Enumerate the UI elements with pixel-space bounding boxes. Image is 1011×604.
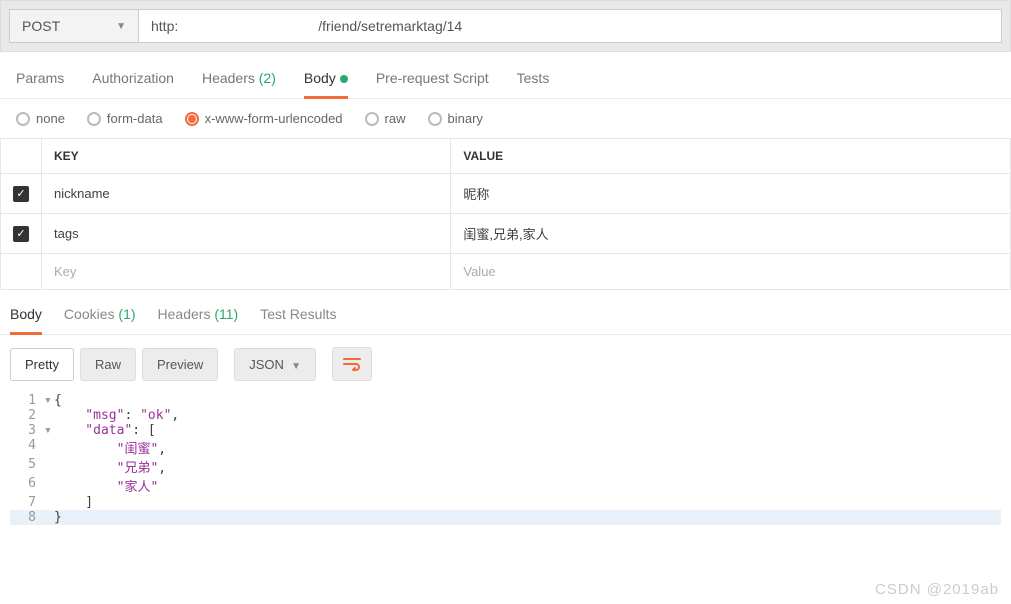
chevron-down-icon: ▼ [116, 21, 126, 32]
resp-tab-tests[interactable]: Test Results [260, 306, 336, 334]
format-select[interactable]: JSON ▼ [234, 348, 316, 381]
pretty-button[interactable]: Pretty [10, 348, 74, 381]
cell-key[interactable]: tags [42, 214, 451, 254]
wrap-button[interactable] [332, 347, 372, 381]
tab-body[interactable]: Body [304, 70, 348, 99]
response-tabs: Body Cookies (1) Headers (11) Test Resul… [0, 290, 1011, 335]
url-prefix: http: [151, 18, 178, 34]
request-tabs: Params Authorization Headers (2) Body Pr… [0, 52, 1011, 99]
table-row[interactable]: ✓ tags 闺蜜,兄弟,家人 [1, 214, 1011, 254]
radio-icon [185, 112, 199, 126]
watermark: CSDN @2019ab [875, 581, 999, 598]
radio-none[interactable]: none [16, 111, 65, 126]
radio-raw[interactable]: raw [365, 111, 406, 126]
tab-prerequest[interactable]: Pre-request Script [376, 70, 489, 98]
raw-button[interactable]: Raw [80, 348, 136, 381]
radio-icon [428, 112, 442, 126]
preview-button[interactable]: Preview [142, 348, 218, 381]
radio-binary[interactable]: binary [428, 111, 483, 126]
cell-key[interactable]: nickname [42, 174, 451, 214]
method-select[interactable]: POST ▼ [9, 9, 139, 43]
checkbox-icon[interactable]: ✓ [13, 186, 29, 202]
col-value: VALUE [451, 139, 1011, 174]
col-key: KEY [42, 139, 451, 174]
url-suffix: /friend/setremarktag/14 [318, 18, 462, 34]
radio-urlencoded[interactable]: x-www-form-urlencoded [185, 111, 343, 126]
tab-tests[interactable]: Tests [517, 70, 550, 98]
url-input[interactable]: http: /friend/setremarktag/14 [139, 9, 1002, 43]
resp-tab-body[interactable]: Body [10, 306, 42, 335]
table-header-row: KEY VALUE [1, 139, 1011, 174]
radio-form-data[interactable]: form-data [87, 111, 163, 126]
radio-icon [87, 112, 101, 126]
checkbox-icon[interactable]: ✓ [13, 226, 29, 242]
resp-tab-headers[interactable]: Headers (11) [158, 306, 239, 334]
response-editor[interactable]: 1▾{ 2 "msg": "ok", 3▾ "data": [ 4 "闺蜜", … [0, 393, 1011, 535]
request-bar: POST ▼ http: /friend/setremarktag/14 [0, 0, 1011, 52]
radio-icon [16, 112, 30, 126]
tab-authorization[interactable]: Authorization [92, 70, 174, 98]
tab-params[interactable]: Params [16, 70, 64, 98]
key-placeholder[interactable]: Key [42, 254, 451, 290]
chevron-down-icon: ▼ [291, 361, 301, 372]
value-placeholder[interactable]: Value [451, 254, 1011, 290]
radio-icon [365, 112, 379, 126]
modified-dot-icon [340, 75, 348, 83]
cell-value[interactable]: 闺蜜,兄弟,家人 [451, 214, 1011, 254]
body-type-options: none form-data x-www-form-urlencoded raw… [0, 99, 1011, 138]
wrap-icon [343, 357, 361, 371]
table-row[interactable]: ✓ nickname 昵称 [1, 174, 1011, 214]
method-label: POST [22, 18, 60, 34]
params-table: KEY VALUE ✓ nickname 昵称 ✓ tags 闺蜜,兄弟,家人 … [0, 138, 1011, 290]
tab-headers[interactable]: Headers (2) [202, 70, 276, 98]
response-toolbar: Pretty Raw Preview JSON ▼ [0, 335, 1011, 393]
table-row-new[interactable]: Key Value [1, 254, 1011, 290]
cell-value[interactable]: 昵称 [451, 174, 1011, 214]
resp-tab-cookies[interactable]: Cookies (1) [64, 306, 136, 334]
